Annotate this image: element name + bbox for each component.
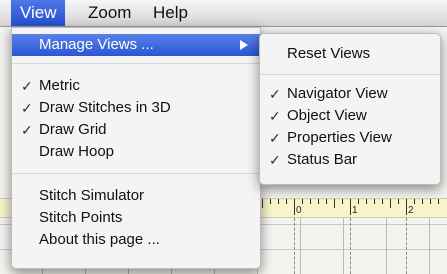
ruler-label-1: 1: [352, 205, 358, 216]
menu-item-stitch-simulator[interactable]: Stitch Simulator: [12, 185, 260, 207]
submenu-arrow-icon: [240, 40, 248, 50]
menu-item-label: Stitch Simulator: [39, 187, 145, 204]
menu-item-properties-view[interactable]: ✓ Properties View: [260, 127, 440, 149]
menu-item-navigator-view[interactable]: ✓ Navigator View: [260, 83, 440, 105]
grid-line: [294, 218, 295, 274]
view-menu: Manage Views ... ✓ Metric ✓ Draw Stitche…: [11, 27, 261, 269]
checkmark-icon: ✓: [21, 78, 33, 94]
menu-item-label: Draw Stitches in 3D: [39, 99, 171, 116]
menu-item-about-page[interactable]: About this page ...: [12, 229, 260, 251]
menu-item-draw-stitches-3d[interactable]: ✓ Draw Stitches in 3D: [12, 97, 260, 119]
menu-item-label: Draw Hoop: [39, 143, 115, 160]
menu-item-label: Status Bar: [287, 151, 358, 168]
menu-separator: [12, 63, 260, 64]
menu-item-draw-hoop[interactable]: Draw Hoop: [12, 141, 260, 163]
menu-item-manage-views[interactable]: Manage Views ...: [12, 34, 260, 56]
menu-view[interactable]: View: [11, 0, 65, 26]
menu-item-stitch-points[interactable]: Stitch Points: [12, 207, 260, 229]
menu-help[interactable]: Help: [144, 0, 197, 26]
checkmark-icon: ✓: [269, 152, 281, 168]
menu-item-label: Navigator View: [287, 85, 388, 102]
grid-line: [350, 218, 351, 274]
menu-item-reset-views[interactable]: Reset Views: [260, 43, 440, 65]
menu-zoom[interactable]: Zoom: [79, 0, 140, 26]
menu-item-draw-grid[interactable]: ✓ Draw Grid: [12, 119, 260, 141]
checkmark-icon: ✓: [269, 108, 281, 124]
menu-separator: [260, 74, 440, 75]
checkmark-icon: ✓: [21, 100, 33, 116]
menu-item-metric[interactable]: ✓ Metric: [12, 75, 260, 97]
ruler-label-0: 0: [296, 205, 302, 216]
menu-item-label: Reset Views: [287, 45, 371, 62]
grid-line: [406, 218, 407, 274]
menu-item-label: About this page ...: [39, 231, 160, 248]
menu-item-label: Metric: [39, 77, 80, 94]
manage-views-submenu: Reset Views ✓ Navigator View ✓ Object Vi…: [259, 33, 441, 185]
menu-separator: [12, 173, 260, 174]
menu-bar: View Zoom Help: [0, 0, 447, 27]
menu-item-label: Stitch Points: [39, 209, 123, 226]
checkmark-icon: ✓: [21, 122, 33, 138]
menu-item-label: Object View: [287, 107, 367, 124]
checkmark-icon: ✓: [269, 130, 281, 146]
menu-item-status-bar[interactable]: ✓ Status Bar: [260, 149, 440, 171]
ruler-label-2: 2: [408, 205, 414, 216]
menu-item-object-view[interactable]: ✓ Object View: [260, 105, 440, 127]
checkmark-icon: ✓: [269, 86, 281, 102]
menu-item-label: Properties View: [287, 129, 392, 146]
menu-item-label: Manage Views ...: [39, 36, 154, 53]
menu-item-label: Draw Grid: [39, 121, 107, 138]
